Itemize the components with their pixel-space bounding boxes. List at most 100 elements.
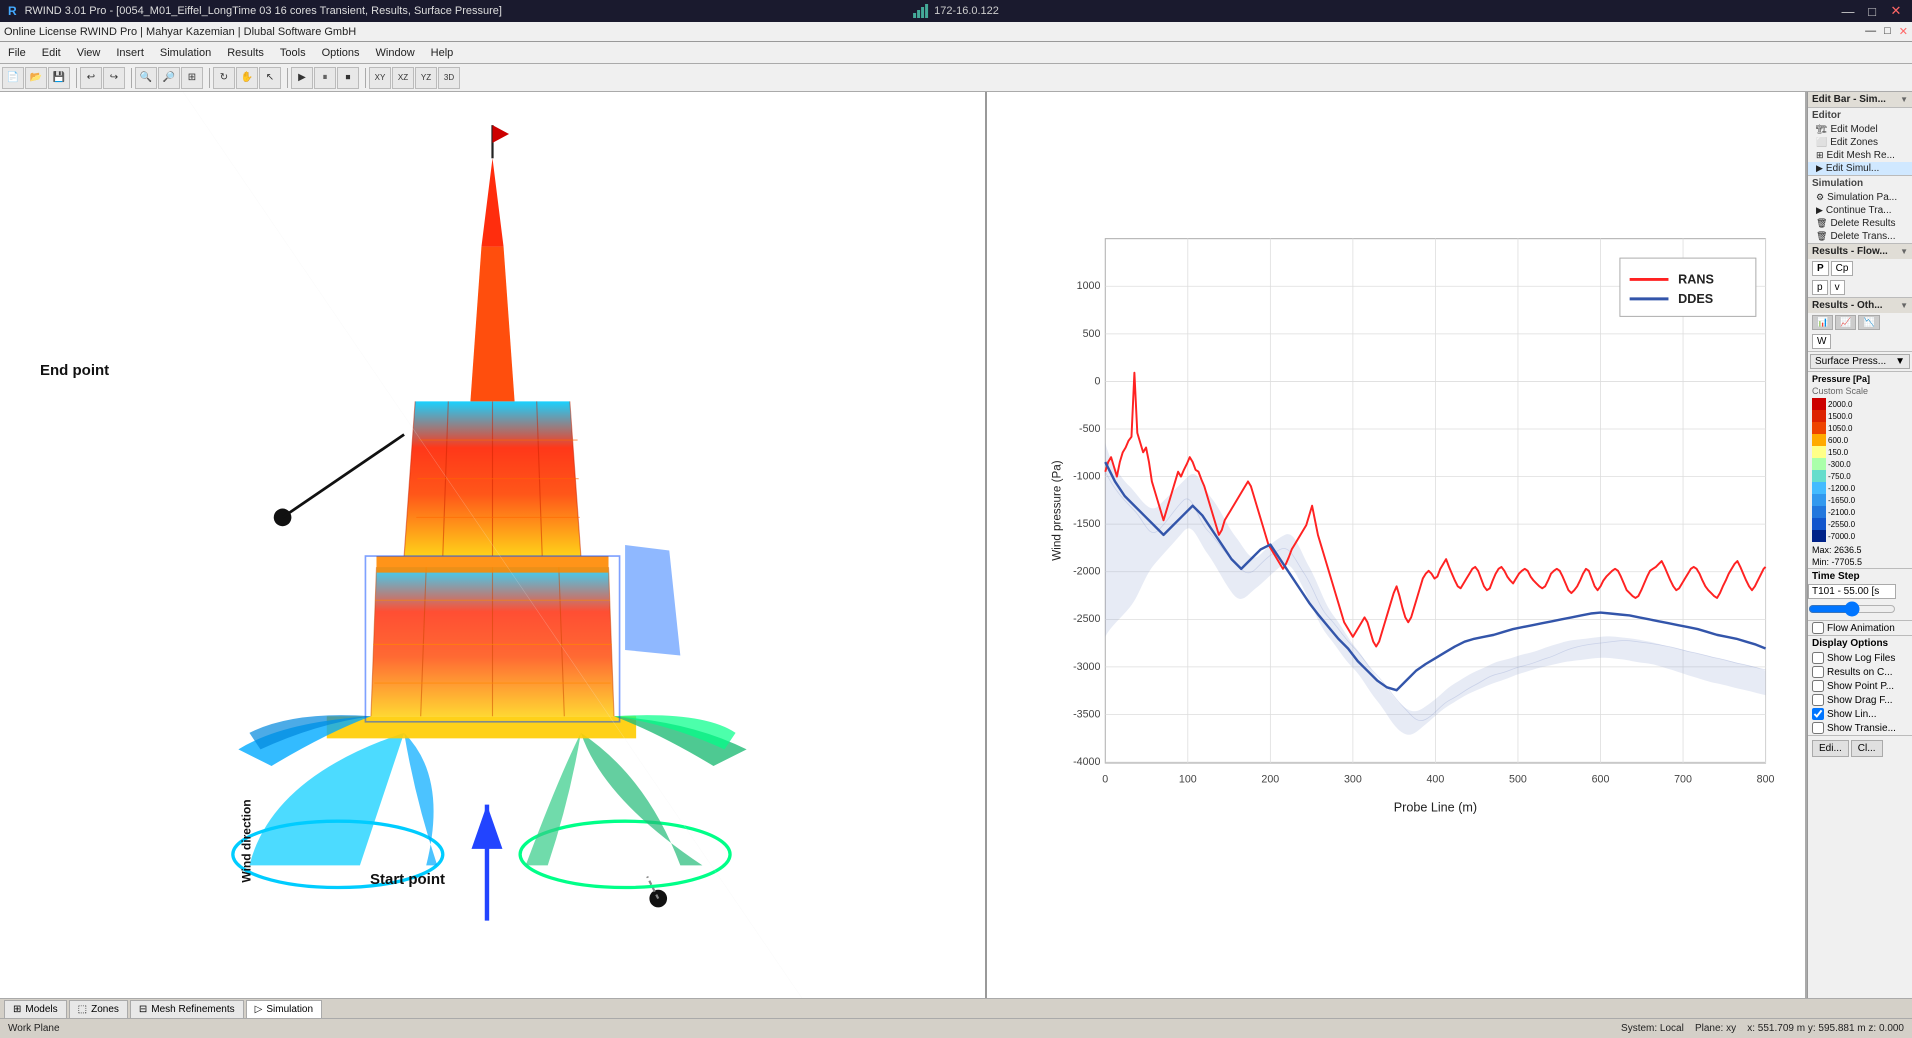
tb-save[interactable]: 💾 — [48, 67, 70, 89]
sec-minimize[interactable]: — — [1865, 25, 1876, 38]
tab-simulation[interactable]: ▷ Simulation — [246, 1000, 322, 1018]
flow-animation-row[interactable]: Flow Animation — [1808, 621, 1912, 635]
tb-render[interactable]: ▶ — [291, 67, 313, 89]
tb-fit[interactable]: ⊞ — [181, 67, 203, 89]
time-step-input[interactable] — [1808, 584, 1896, 599]
secondary-bar: Online License RWIND Pro | Mahyar Kazemi… — [0, 22, 1912, 42]
svg-text:-3500: -3500 — [1073, 708, 1100, 720]
cp-btn[interactable]: Cp — [1831, 261, 1854, 276]
sec-maximize[interactable]: □ — [1884, 25, 1891, 38]
tb-redo[interactable]: ↪ — [103, 67, 125, 89]
svg-text:0: 0 — [1094, 375, 1100, 387]
show-lin-row[interactable]: Show Lin... — [1808, 707, 1912, 721]
p-btn[interactable]: p — [1812, 280, 1828, 295]
menu-simulation[interactable]: Simulation — [152, 45, 219, 61]
show-drag-f-row[interactable]: Show Drag F... — [1808, 693, 1912, 707]
sec-close[interactable]: ✕ — [1899, 25, 1908, 38]
results-on-c-checkbox[interactable] — [1812, 666, 1824, 678]
tb-view1[interactable]: XY — [369, 67, 391, 89]
results-flow-buttons2: p v — [1808, 278, 1912, 297]
3d-viewport[interactable]: End point Start point Wind direction — [0, 92, 987, 998]
tb-undo[interactable]: ↩ — [80, 67, 102, 89]
pressure-btn[interactable]: P — [1812, 261, 1829, 276]
max-value: Max: 2636.5 — [1808, 544, 1912, 556]
simulation-icon: ▷ — [255, 1004, 263, 1015]
menu-edit[interactable]: Edit — [34, 45, 69, 61]
delete-trans-item[interactable]: 🗑 Delete Trans... — [1808, 230, 1912, 243]
w-btn[interactable]: W — [1812, 334, 1831, 349]
menu-tools[interactable]: Tools — [272, 45, 314, 61]
sim-params-item[interactable]: ⚙ Simulation Pa... — [1808, 191, 1912, 204]
svg-text:Wind pressure (Pa): Wind pressure (Pa) — [1051, 460, 1064, 560]
flow-animation-checkbox[interactable] — [1812, 622, 1824, 634]
show-transie-checkbox[interactable] — [1812, 722, 1824, 734]
menu-results[interactable]: Results — [219, 45, 272, 61]
sv-1500: 1500.0 — [1828, 412, 1855, 421]
tb-sep1 — [73, 68, 77, 88]
edit-simul-item[interactable]: ▶ Edit Simul... — [1808, 162, 1912, 175]
results-oth-header[interactable]: Results - Oth... ▼ — [1808, 298, 1912, 313]
edit-zones-item[interactable]: ⬜ Edit Zones — [1808, 136, 1912, 149]
work-plane-label: Work Plane — [8, 1023, 60, 1034]
surface-press-arrow: ▼ — [1895, 356, 1905, 367]
tb-view2[interactable]: XZ — [392, 67, 414, 89]
show-transie-row[interactable]: Show Transie... — [1808, 721, 1912, 735]
show-point-p-row[interactable]: Show Point P... — [1808, 679, 1912, 693]
results-on-c-row[interactable]: Results on C... — [1808, 665, 1912, 679]
menu-window[interactable]: Window — [368, 45, 423, 61]
tb-stop[interactable]: ⏹ — [337, 67, 359, 89]
edit-bar-header[interactable]: Edit Bar - Sim... ▼ — [1808, 92, 1912, 107]
sv-n1650: -1650.0 — [1828, 496, 1855, 505]
tb-3d[interactable]: 3D — [438, 67, 460, 89]
tb-pause[interactable]: ⏸ — [314, 67, 336, 89]
tb-select[interactable]: ↖ — [259, 67, 281, 89]
show-point-p-label: Show Point P... — [1827, 681, 1894, 692]
surface-press-dropdown[interactable]: Surface Press... ▼ — [1810, 354, 1910, 369]
continue-trans-item[interactable]: ▶ Continue Tra... — [1808, 204, 1912, 217]
tb-open[interactable]: 📂 — [25, 67, 47, 89]
tab-models[interactable]: ⊞ Models — [4, 1000, 67, 1018]
results-flow-header[interactable]: Results - Flow... ▼ — [1808, 244, 1912, 259]
custom-scale-label: Custom Scale — [1808, 386, 1912, 396]
results-flow-arrow: ▼ — [1900, 247, 1908, 256]
tab-zones[interactable]: ⬚ Zones — [69, 1000, 128, 1018]
edit-model-label: Edit Model — [1830, 124, 1877, 135]
menu-insert[interactable]: Insert — [108, 45, 152, 61]
svg-text:-1500: -1500 — [1073, 518, 1100, 530]
show-lin-checkbox[interactable] — [1812, 708, 1824, 720]
continue-trans-label: Continue Tra... — [1826, 205, 1892, 216]
minimize-button[interactable]: — — [1840, 3, 1856, 19]
sv-n2100: -2100.0 — [1828, 508, 1855, 517]
oth-btn1[interactable]: 📊 — [1812, 315, 1833, 330]
menu-file[interactable]: File — [0, 45, 34, 61]
time-step-slider[interactable] — [1808, 601, 1896, 617]
tb-zoom-out[interactable]: 🔎 — [158, 67, 180, 89]
menu-help[interactable]: Help — [423, 45, 462, 61]
edi-button[interactable]: Edi... — [1812, 740, 1849, 757]
maximize-button[interactable]: □ — [1864, 3, 1880, 19]
show-log-files-checkbox[interactable] — [1812, 652, 1824, 664]
color-2100n — [1812, 506, 1826, 518]
delete-results-item[interactable]: 🗑 Delete Results — [1808, 217, 1912, 230]
tb-view3[interactable]: YZ — [415, 67, 437, 89]
tb-pan[interactable]: ✋ — [236, 67, 258, 89]
tb-zoom-in[interactable]: 🔍 — [135, 67, 157, 89]
oth-btn3[interactable]: 📉 — [1858, 315, 1879, 330]
v-btn[interactable]: v — [1830, 280, 1845, 295]
show-log-files-row[interactable]: Show Log Files — [1808, 651, 1912, 665]
tb-rotate[interactable]: ↻ — [213, 67, 235, 89]
cl-button[interactable]: Cl... — [1851, 740, 1883, 757]
color-300n — [1812, 458, 1826, 470]
menu-view[interactable]: View — [69, 45, 109, 61]
tb-new[interactable]: 📄 — [2, 67, 24, 89]
tab-mesh-refinements[interactable]: ⊟ Mesh Refinements — [130, 1000, 244, 1018]
edit-model-item[interactable]: 🏗 Edit Model — [1808, 123, 1912, 136]
oth-btn2[interactable]: 📈 — [1835, 315, 1856, 330]
chart-panel: 1000 500 0 -500 -1000 -1500 -2000 -2500 … — [987, 92, 1807, 998]
close-button[interactable]: ✕ — [1888, 3, 1904, 19]
edit-mesh-item[interactable]: ⊞ Edit Mesh Re... — [1808, 149, 1912, 162]
show-point-p-checkbox[interactable] — [1812, 680, 1824, 692]
show-drag-f-checkbox[interactable] — [1812, 694, 1824, 706]
show-drag-f-label: Show Drag F... — [1827, 695, 1893, 706]
menu-options[interactable]: Options — [314, 45, 368, 61]
